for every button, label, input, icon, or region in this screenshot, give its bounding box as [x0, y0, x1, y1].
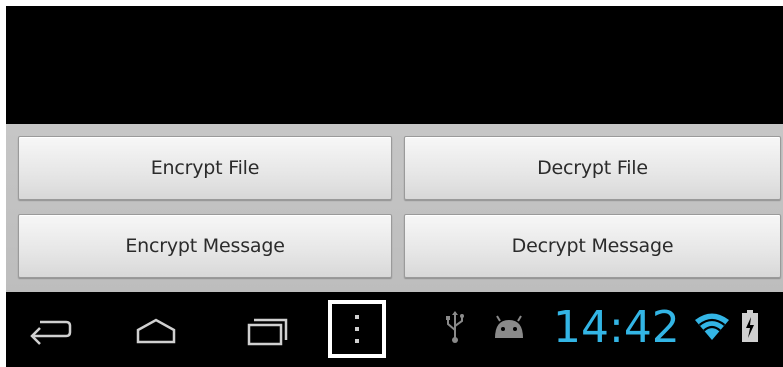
encrypt-message-button[interactable]: Encrypt Message: [18, 214, 392, 278]
button-panel: Encrypt File Decrypt File Encrypt Messag…: [6, 124, 783, 292]
usb-icon: [446, 311, 464, 343]
device-screen: Encrypt File Decrypt File Encrypt Messag…: [0, 0, 783, 367]
system-bar: 14:42: [6, 292, 783, 367]
battery-charging-icon: [742, 310, 758, 342]
wifi-icon: [695, 313, 729, 340]
encrypt-file-button[interactable]: Encrypt File: [18, 136, 392, 200]
app-content-area: [6, 6, 783, 124]
overflow-menu-button[interactable]: [328, 300, 386, 358]
overflow-menu-icon: [355, 315, 359, 343]
back-icon[interactable]: [28, 312, 72, 348]
decrypt-file-button[interactable]: Decrypt File: [404, 136, 781, 200]
home-icon[interactable]: [134, 312, 178, 348]
recent-apps-icon[interactable]: [246, 312, 290, 348]
android-debug-icon: [495, 315, 523, 338]
decrypt-message-button[interactable]: Decrypt Message: [404, 214, 781, 278]
status-clock: 14:42: [553, 302, 680, 353]
